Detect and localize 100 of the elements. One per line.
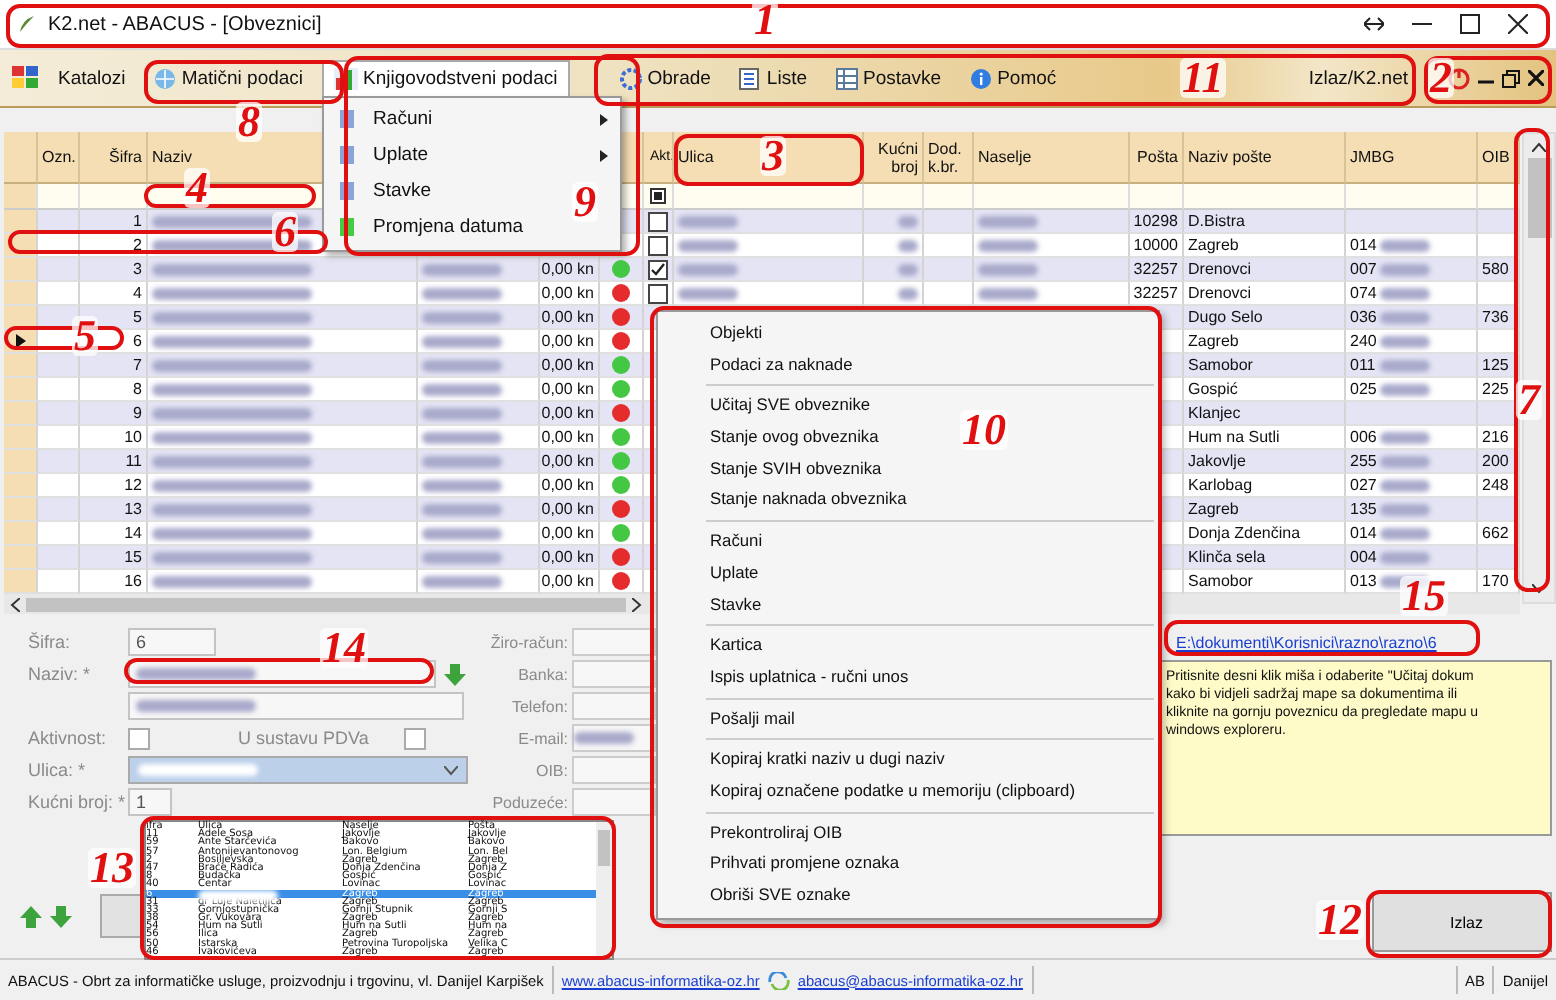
table-cell: 0,00 kn: [541, 356, 594, 374]
table-cell: 200: [1482, 452, 1509, 470]
callout-number: 8: [236, 102, 262, 142]
callout-number: 3: [760, 136, 786, 176]
table-cell: 736: [1482, 308, 1509, 326]
table-cell: 11: [125, 452, 142, 470]
table-cell: Karlobag: [1188, 476, 1253, 494]
table-cell: Klinča sela: [1188, 548, 1266, 566]
table-cell: 013: [1350, 572, 1377, 590]
field-label: Naziv: *: [28, 664, 93, 684]
table-cell: 0,00 kn: [541, 380, 594, 398]
table-cell: 9: [133, 404, 142, 422]
callout-number: 10: [960, 410, 1008, 450]
table-cell: 3: [133, 260, 142, 278]
table-cell: Klanjec: [1188, 404, 1241, 422]
table-cell: 5: [133, 308, 142, 326]
table-cell: 15: [124, 548, 142, 566]
table-cell: 216: [1482, 428, 1509, 446]
table-cell: 1: [133, 212, 142, 230]
window-title: K2.net - ABACUS - [Obveznici]: [48, 13, 322, 35]
field-label: Poduzeće:: [490, 793, 568, 811]
table-cell: 14: [124, 524, 142, 542]
table-cell: 0,00 kn: [541, 452, 594, 470]
table-cell: 007: [1350, 260, 1377, 278]
table-cell: 011: [1350, 356, 1376, 374]
callout-number: 15: [1400, 576, 1448, 616]
table-cell: 225: [1482, 380, 1509, 398]
table-cell: 7: [133, 356, 142, 374]
table-cell: 0,00 kn: [541, 548, 594, 566]
field-label: OIB:: [533, 761, 568, 779]
callout-number: 7: [1516, 380, 1542, 420]
table-cell: 32257: [1133, 284, 1178, 302]
table-cell: 0,00 kn: [541, 428, 594, 446]
table-cell: 135: [1350, 500, 1377, 518]
callout-number: 9: [572, 182, 598, 222]
table-cell: 0,00 kn: [541, 260, 594, 278]
table-cell: 036: [1350, 308, 1377, 326]
table-cell: Samobor: [1188, 356, 1253, 374]
callout-number: 13: [88, 848, 136, 888]
table-cell: 10000: [1133, 236, 1178, 254]
table-cell: 0,00 kn: [541, 404, 594, 422]
table-cell: Zagreb: [1188, 332, 1239, 350]
callout-number: 14: [320, 628, 368, 668]
table-cell: 248: [1482, 476, 1509, 494]
table-cell: 0,00 kn: [541, 572, 594, 590]
table-cell: 125: [1482, 356, 1509, 374]
field-label: Aktivnost:: [28, 728, 109, 748]
table-cell: Jakovlje: [1188, 452, 1246, 470]
callout-number: 2: [1428, 58, 1454, 98]
table-cell: 0,00 kn: [541, 308, 594, 326]
table-cell: Donja Zdenčina: [1188, 524, 1301, 542]
table-cell: 074: [1350, 284, 1377, 302]
table-cell: Samobor: [1188, 572, 1253, 590]
table-cell: 0,00 kn: [541, 500, 594, 518]
table-cell: Gospić: [1188, 380, 1238, 398]
table-cell: 10: [124, 428, 142, 446]
table-cell: Zagreb: [1188, 236, 1239, 254]
table-cell: 32257: [1133, 260, 1178, 278]
table-cell: 255: [1350, 452, 1377, 470]
table-cell: 12: [124, 476, 142, 494]
field-label: Kućni broj: *: [28, 792, 120, 812]
table-cell: 2: [133, 236, 142, 254]
table-cell: 027: [1350, 476, 1377, 494]
callout-number: 1: [752, 0, 778, 40]
table-cell: 025: [1350, 380, 1377, 398]
field-label: Žiro-račun:: [488, 633, 568, 651]
table-cell: 10298: [1133, 212, 1178, 230]
checkbox-label: U sustavu PDVa: [238, 728, 369, 748]
table-cell: 0,00 kn: [541, 332, 594, 350]
table-cell: 662: [1482, 524, 1509, 542]
table-cell: 4: [133, 284, 142, 302]
table-cell: 004: [1350, 548, 1377, 566]
field-label: Šifra:: [28, 632, 73, 652]
table-cell: 0,00 kn: [541, 524, 594, 542]
table-cell: 170: [1482, 572, 1509, 590]
table-cell: Zagreb: [1188, 500, 1239, 518]
table-cell: 580: [1482, 260, 1509, 278]
callout-number: 5: [72, 316, 98, 356]
table-cell: 014: [1350, 236, 1377, 254]
table-cell: Drenovci: [1188, 260, 1252, 278]
callout-number: 6: [272, 212, 298, 252]
field-label: Banka:: [516, 665, 568, 683]
table-cell: Dugo Selo: [1188, 308, 1263, 326]
table-cell: 0,00 kn: [541, 476, 594, 494]
table-cell: 6: [133, 332, 142, 350]
table-cell: 240: [1350, 332, 1377, 350]
table-cell: 0,00 kn: [541, 284, 594, 302]
table-cell: 13: [124, 500, 142, 518]
field-label: Telefon:: [509, 697, 568, 715]
table-cell: 16: [124, 572, 142, 590]
callout-number: 12: [1316, 900, 1364, 940]
field-label: Ulica: *: [28, 760, 88, 780]
table-cell: Drenovci: [1188, 284, 1252, 302]
table-cell: 006: [1350, 428, 1377, 446]
callout-number: 11: [1180, 58, 1226, 98]
callout-number: 4: [184, 168, 210, 208]
table-cell: D.Bistra: [1188, 212, 1245, 230]
table-cell: Hum na Sutli: [1188, 428, 1280, 446]
field-label: E-mail:: [516, 729, 568, 747]
table-cell: 014: [1350, 524, 1377, 542]
